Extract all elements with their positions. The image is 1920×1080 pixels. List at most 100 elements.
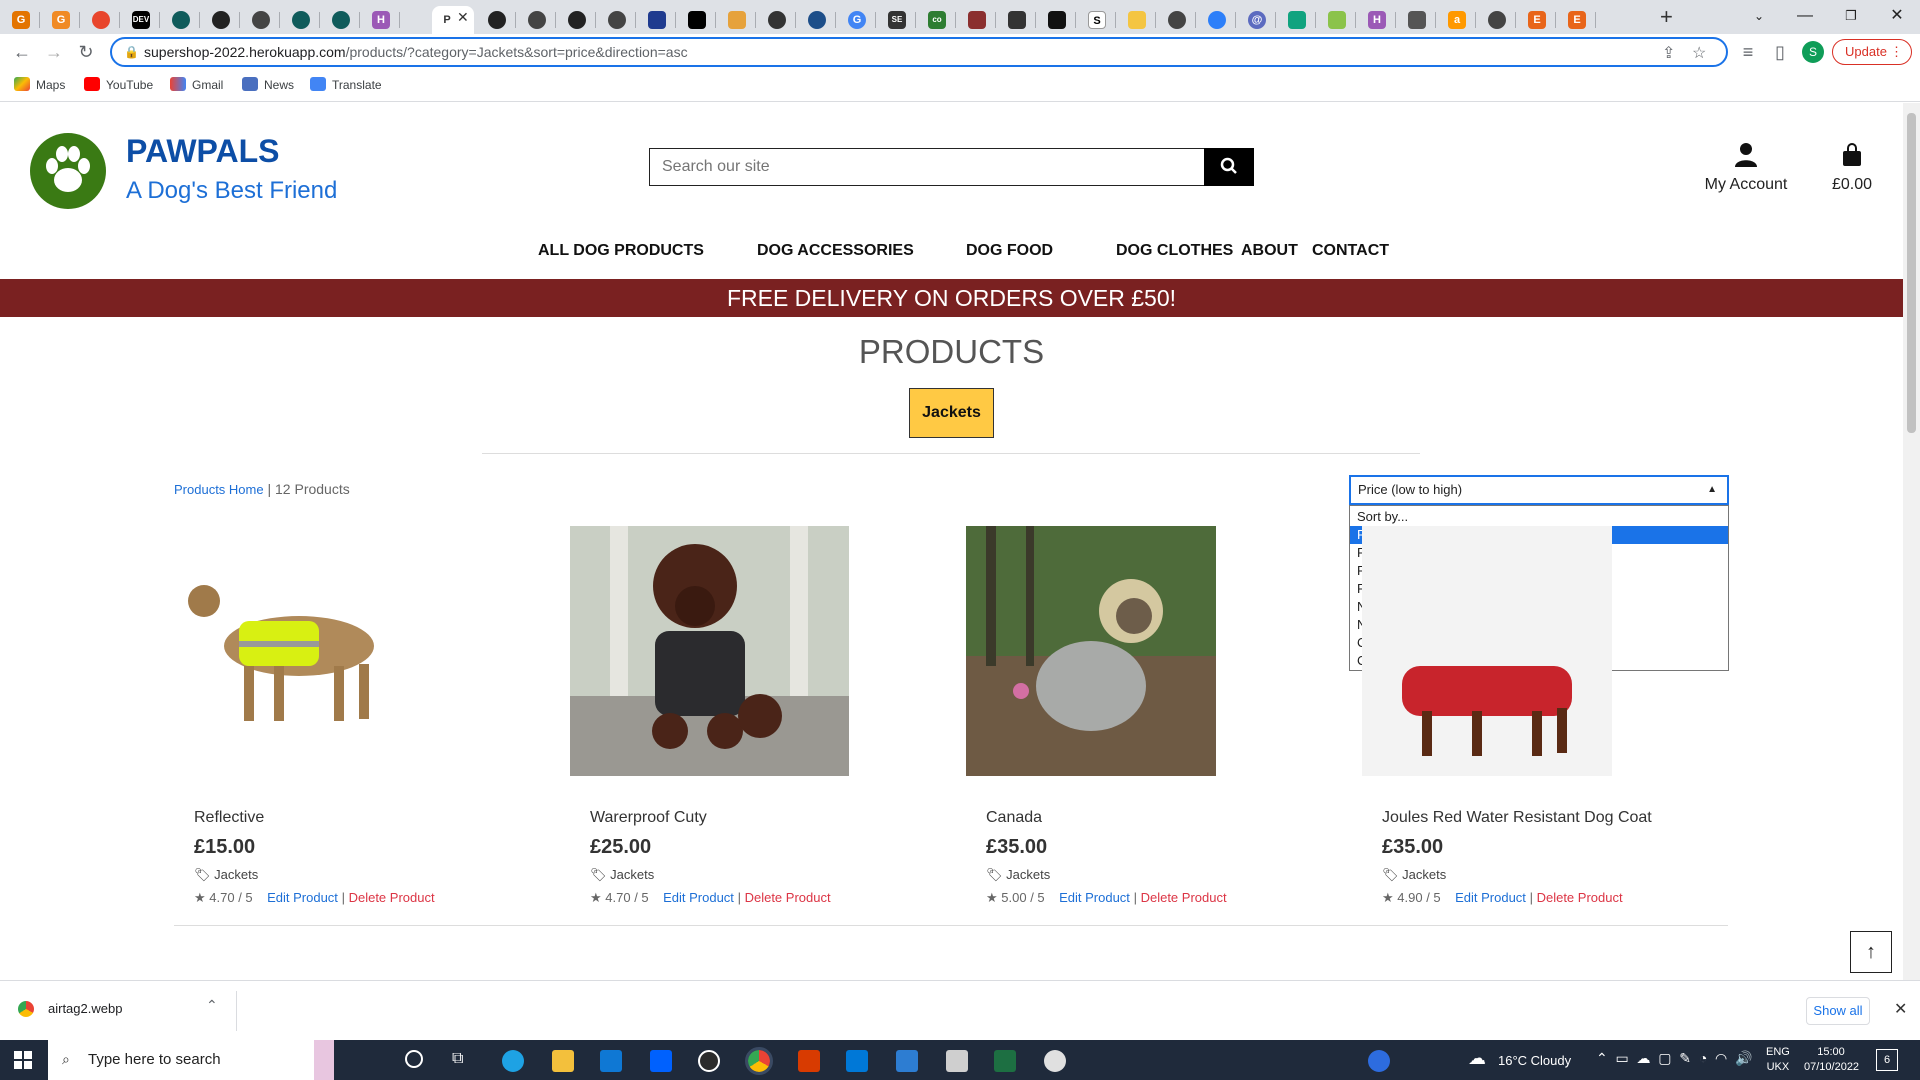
delete-product-link[interactable]: Delete Product	[1141, 890, 1227, 905]
side-panel-icon[interactable]: ▯	[1766, 38, 1794, 66]
browser-tab[interactable]	[1116, 6, 1156, 34]
notification-center-icon[interactable]: 6	[1876, 1049, 1898, 1071]
bookmark-star-icon[interactable]: ☆	[1692, 43, 1706, 63]
browser-tab[interactable]	[476, 6, 516, 34]
delete-product-link[interactable]: Delete Product	[349, 890, 435, 905]
browser-tab[interactable]	[796, 6, 836, 34]
search-button[interactable]	[1204, 148, 1254, 186]
edge-icon[interactable]	[502, 1050, 524, 1072]
product-category[interactable]: 🏷 Jackets	[986, 867, 1050, 883]
nav-dog-accessories[interactable]: DOG ACCESSORIES	[757, 242, 914, 260]
nav-all-dog-products[interactable]: ALL DOG PRODUCTS	[538, 242, 704, 260]
mail-icon[interactable]	[600, 1050, 622, 1072]
cortana-icon[interactable]	[405, 1050, 423, 1068]
product-image[interactable]	[1362, 526, 1612, 776]
browser-tab[interactable]	[556, 6, 596, 34]
photos-icon[interactable]	[896, 1050, 918, 1072]
restore-button[interactable]: ❐	[1828, 0, 1874, 34]
bookmark-youtube[interactable]: YouTube	[84, 77, 153, 92]
edit-product-link[interactable]: Edit Product	[1455, 890, 1526, 905]
browser-tab[interactable]	[1396, 6, 1436, 34]
new-tab-button[interactable]: +	[1660, 4, 1673, 30]
tab-search-icon[interactable]: ⌄	[1736, 0, 1782, 34]
browser-tab[interactable]	[80, 6, 120, 34]
browser-tab[interactable]	[280, 6, 320, 34]
browser-tab[interactable]	[516, 6, 556, 34]
browser-tab[interactable]	[1276, 6, 1316, 34]
forward-icon[interactable]: →	[40, 38, 68, 66]
update-button[interactable]: Update ⋮	[1832, 39, 1912, 65]
show-all-button[interactable]: Show all	[1806, 997, 1870, 1025]
browser-tab[interactable]	[1196, 6, 1236, 34]
chevron-up-icon[interactable]: ⌃	[206, 997, 218, 1014]
delete-product-link[interactable]: Delete Product	[745, 890, 831, 905]
sort-select[interactable]: Price (low to high) ▲▼	[1349, 475, 1729, 521]
edit-product-link[interactable]: Edit Product	[663, 890, 734, 905]
browser-tab[interactable]	[636, 6, 676, 34]
browser-tab-active[interactable]: P ✕	[432, 6, 474, 34]
vscode-icon[interactable]	[846, 1050, 868, 1072]
bookmark-translate[interactable]: Translate	[310, 77, 382, 92]
product-image[interactable]	[966, 526, 1216, 776]
browser-tab[interactable]	[1156, 6, 1196, 34]
product-name[interactable]: Joules Red Water Resistant Dog Coat	[1382, 809, 1652, 827]
browser-tab[interactable]: S	[1076, 6, 1116, 34]
nav-contact[interactable]: CONTACT	[1312, 242, 1389, 260]
browser-tab[interactable]	[756, 6, 796, 34]
browser-tab[interactable]: @	[1236, 6, 1276, 34]
minimize-button[interactable]: —	[1782, 0, 1828, 34]
browser-tab[interactable]	[240, 6, 280, 34]
browser-tab[interactable]	[676, 6, 716, 34]
product-name[interactable]: Canada	[986, 809, 1042, 827]
bookmark-maps[interactable]: Maps	[14, 77, 65, 92]
browser-tab[interactable]: SE	[876, 6, 916, 34]
delete-product-link[interactable]: Delete Product	[1537, 890, 1623, 905]
browser-tab[interactable]: co	[916, 6, 956, 34]
my-account-link[interactable]: My Account	[1700, 143, 1792, 194]
browser-tab[interactable]	[956, 6, 996, 34]
close-icon[interactable]: ✕	[1894, 999, 1907, 1019]
system-tray-icons[interactable]: ⌃ ▭ ☁ ▢ ✎ ◔ ◠ 🔊	[1596, 1050, 1752, 1067]
edit-product-link[interactable]: Edit Product	[267, 890, 338, 905]
browser-tab[interactable]	[200, 6, 240, 34]
share-icon[interactable]: ⇪	[1662, 43, 1675, 63]
browser-tab[interactable]: a	[1436, 6, 1476, 34]
browser-tab[interactable]: H	[360, 6, 400, 34]
product-category[interactable]: 🏷 Jackets	[590, 867, 654, 883]
nav-dog-clothes[interactable]: DOG CLOTHES	[1116, 242, 1233, 260]
file-explorer-icon[interactable]	[552, 1050, 574, 1072]
task-view-icon[interactable]: ⧉	[452, 1050, 463, 1068]
product-name[interactable]: Reflective	[194, 809, 264, 827]
office-icon[interactable]	[798, 1050, 820, 1072]
reading-list-icon[interactable]: ≡	[1734, 38, 1762, 66]
taskbar-search-box[interactable]: ⌕ Type here to search	[48, 1040, 334, 1080]
address-bar[interactable]: 🔒 supershop-2022.herokuapp.com/products/…	[110, 37, 1728, 67]
nav-about[interactable]: ABOUT	[1241, 242, 1298, 260]
dropbox-icon[interactable]	[650, 1050, 672, 1072]
clock[interactable]: 15:00 07/10/2022	[1804, 1045, 1859, 1075]
category-badge[interactable]: Jackets	[909, 388, 994, 438]
browser-tab[interactable]	[1476, 6, 1516, 34]
scrollbar-thumb[interactable]	[1907, 113, 1916, 433]
browser-tab[interactable]	[1316, 6, 1356, 34]
profile-avatar[interactable]: S	[1802, 41, 1824, 63]
browser-tab[interactable]: G	[40, 6, 80, 34]
products-home-link[interactable]: Products Home	[174, 482, 264, 497]
site-search-input[interactable]	[649, 148, 1205, 186]
product-name[interactable]: Warerproof Cuty	[590, 809, 707, 827]
close-tab-icon[interactable]: ✕	[457, 9, 469, 26]
app-icon[interactable]	[946, 1050, 968, 1072]
product-category[interactable]: 🏷 Jackets	[194, 867, 258, 883]
page-scrollbar[interactable]	[1903, 103, 1920, 980]
close-window-button[interactable]: ✕	[1874, 0, 1920, 34]
app-icon[interactable]	[698, 1050, 720, 1072]
browser-tab[interactable]: E	[1556, 6, 1596, 34]
input-language[interactable]: ENG UKX	[1766, 1045, 1790, 1075]
browser-tab[interactable]	[160, 6, 200, 34]
brand-name[interactable]: PAWPALS	[126, 133, 279, 170]
browser-tab[interactable]: DEV	[120, 6, 160, 34]
reload-icon[interactable]: ↻	[72, 38, 100, 66]
product-image[interactable]	[174, 526, 424, 776]
paw-logo-icon[interactable]	[30, 133, 106, 209]
browser-tab[interactable]: G	[836, 6, 876, 34]
